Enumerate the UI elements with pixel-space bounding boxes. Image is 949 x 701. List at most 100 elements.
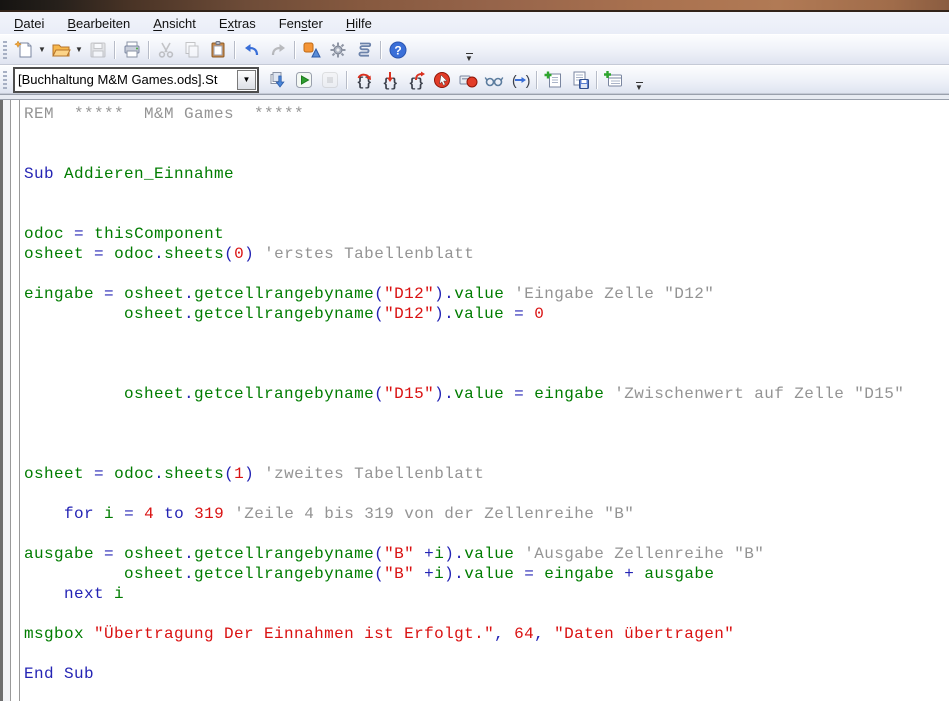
breakpoint-button[interactable] bbox=[429, 67, 455, 93]
step-over-icon: {} bbox=[354, 70, 374, 90]
code-line bbox=[24, 144, 949, 164]
toolbar-separator bbox=[346, 71, 348, 89]
open-dropdown-arrow[interactable]: ▼ bbox=[74, 38, 84, 62]
code-line bbox=[24, 524, 949, 544]
stop-button[interactable] bbox=[317, 67, 343, 93]
step-over-button[interactable]: {} bbox=[351, 67, 377, 93]
undo-button[interactable] bbox=[239, 37, 265, 63]
code-line: ausgabe = osheet.getcellrangebyname("B" … bbox=[24, 544, 949, 564]
standard-toolbar: ▼ ▼? ▼ bbox=[0, 34, 949, 65]
toolbar-separator bbox=[294, 41, 296, 59]
desktop-background-strip bbox=[0, 0, 949, 12]
new-module-icon bbox=[14, 40, 34, 60]
combobox-dropdown-button[interactable]: ▼ bbox=[237, 70, 256, 90]
code-line: REM ***** M&M Games ***** bbox=[24, 104, 949, 124]
paste-button[interactable] bbox=[205, 37, 231, 63]
code-line bbox=[24, 364, 949, 384]
code-line: End Sub bbox=[24, 664, 949, 684]
toolbar-overflow-button[interactable]: ▼ bbox=[463, 43, 475, 63]
manage-breakpoints-button[interactable] bbox=[455, 67, 481, 93]
code-line: for i = 4 to 319 'Zeile 4 bis 319 von de… bbox=[24, 504, 949, 524]
options-button[interactable] bbox=[325, 37, 351, 63]
help-icon: ? bbox=[388, 40, 408, 60]
toolbar-grip[interactable] bbox=[3, 71, 7, 89]
code-line: osheet.getcellrangebyname("D15").value =… bbox=[24, 384, 949, 404]
macros-button[interactable] bbox=[351, 37, 377, 63]
toolbar-separator bbox=[596, 71, 598, 89]
find-parentheses-button[interactable]: () bbox=[507, 67, 533, 93]
code-editor[interactable]: REM ***** M&M Games ***** Sub Addieren_Ei… bbox=[20, 100, 949, 701]
manage-breakpoints-icon bbox=[458, 70, 478, 90]
toolbar-separator bbox=[114, 41, 116, 59]
code-line bbox=[24, 324, 949, 344]
standard-toolbar-buttons: ▼ ▼? bbox=[11, 37, 411, 63]
redo-icon bbox=[268, 40, 288, 60]
insert-library-button[interactable] bbox=[601, 67, 627, 93]
step-out-button[interactable]: {} bbox=[403, 67, 429, 93]
library-combobox[interactable]: [Buchhaltung M&M Games.ods].St ▼ bbox=[13, 67, 259, 93]
copy-button[interactable] bbox=[179, 37, 205, 63]
code-line: odoc = thisComponent bbox=[24, 224, 949, 244]
cut-icon bbox=[156, 40, 176, 60]
redo-button[interactable] bbox=[265, 37, 291, 63]
step-into-icon: {} bbox=[380, 70, 400, 90]
stop-icon bbox=[320, 70, 340, 90]
toolbar-separator bbox=[536, 71, 538, 89]
menu-item-hilfe[interactable]: Hilfe bbox=[336, 12, 382, 34]
code-line: osheet = odoc.sheets(1) 'zweites Tabelle… bbox=[24, 464, 949, 484]
gear-icon bbox=[328, 40, 348, 60]
menu-item-datei[interactable]: Datei bbox=[4, 12, 54, 34]
save-button[interactable] bbox=[85, 37, 111, 63]
library-combobox-value[interactable]: [Buchhaltung M&M Games.ods].St bbox=[15, 69, 236, 91]
macro-toolbar: [Buchhaltung M&M Games.ods].St ▼ {}{}{}(… bbox=[0, 65, 949, 94]
compile-icon bbox=[268, 70, 288, 90]
menu-item-ansicht[interactable]: Ansicht bbox=[143, 12, 206, 34]
save-source-icon bbox=[570, 70, 590, 90]
save-icon bbox=[88, 40, 108, 60]
code-line bbox=[24, 404, 949, 424]
code-line: osheet.getcellrangebyname("D12").value =… bbox=[24, 304, 949, 324]
print-button[interactable] bbox=[119, 37, 145, 63]
toolbar-separator bbox=[234, 41, 236, 59]
menu-bar: DateiBearbeitenAnsichtExtrasFensterHilfe bbox=[0, 12, 949, 34]
menu-item-bearbeiten[interactable]: Bearbeiten bbox=[57, 12, 140, 34]
help-button[interactable]: ? bbox=[385, 37, 411, 63]
code-line: Sub Addieren_Einnahme bbox=[24, 164, 949, 184]
run-button[interactable] bbox=[291, 67, 317, 93]
code-line bbox=[24, 264, 949, 284]
macro-toolbar-buttons: {}{}{}() bbox=[265, 67, 627, 93]
toolbar-grip[interactable] bbox=[3, 41, 7, 59]
enable-watch-button[interactable] bbox=[481, 67, 507, 93]
cut-button[interactable] bbox=[153, 37, 179, 63]
code-line: next i bbox=[24, 584, 949, 604]
save-source-button[interactable] bbox=[567, 67, 593, 93]
code-line: msgbox "Übertragung Der Einnahmen ist Er… bbox=[24, 624, 949, 644]
toolbar-separator bbox=[380, 41, 382, 59]
chevron-down-icon: ▼ bbox=[635, 84, 643, 92]
paste-icon bbox=[208, 40, 228, 60]
svg-text:(: ( bbox=[511, 74, 519, 90]
code-line: osheet.getcellrangebyname("B" +i).value … bbox=[24, 564, 949, 584]
svg-text:): ) bbox=[524, 74, 531, 90]
navigator-icon bbox=[302, 40, 322, 60]
open-button[interactable] bbox=[48, 37, 74, 63]
open-icon bbox=[51, 40, 71, 60]
new-module-button[interactable] bbox=[11, 37, 37, 63]
navigator-button[interactable] bbox=[299, 37, 325, 63]
code-line bbox=[24, 184, 949, 204]
compile-button[interactable] bbox=[265, 67, 291, 93]
chevron-down-icon: ▼ bbox=[243, 75, 251, 84]
code-line bbox=[24, 484, 949, 504]
step-into-button[interactable]: {} bbox=[377, 67, 403, 93]
run-icon bbox=[294, 70, 314, 90]
menu-item-fenster[interactable]: Fenster bbox=[269, 12, 333, 34]
insert-module-button[interactable] bbox=[541, 67, 567, 93]
copy-icon bbox=[182, 40, 202, 60]
menu-item-extras[interactable]: Extras bbox=[209, 12, 266, 34]
code-line: osheet = odoc.sheets(0) 'erstes Tabellen… bbox=[24, 244, 949, 264]
new-module-dropdown-arrow[interactable]: ▼ bbox=[37, 38, 47, 62]
insert-module-icon bbox=[544, 70, 564, 90]
breakpoint-gutter[interactable] bbox=[10, 100, 20, 701]
toolbar-overflow-button[interactable]: ▼ bbox=[633, 72, 645, 92]
macro-scroll-icon bbox=[354, 40, 374, 60]
